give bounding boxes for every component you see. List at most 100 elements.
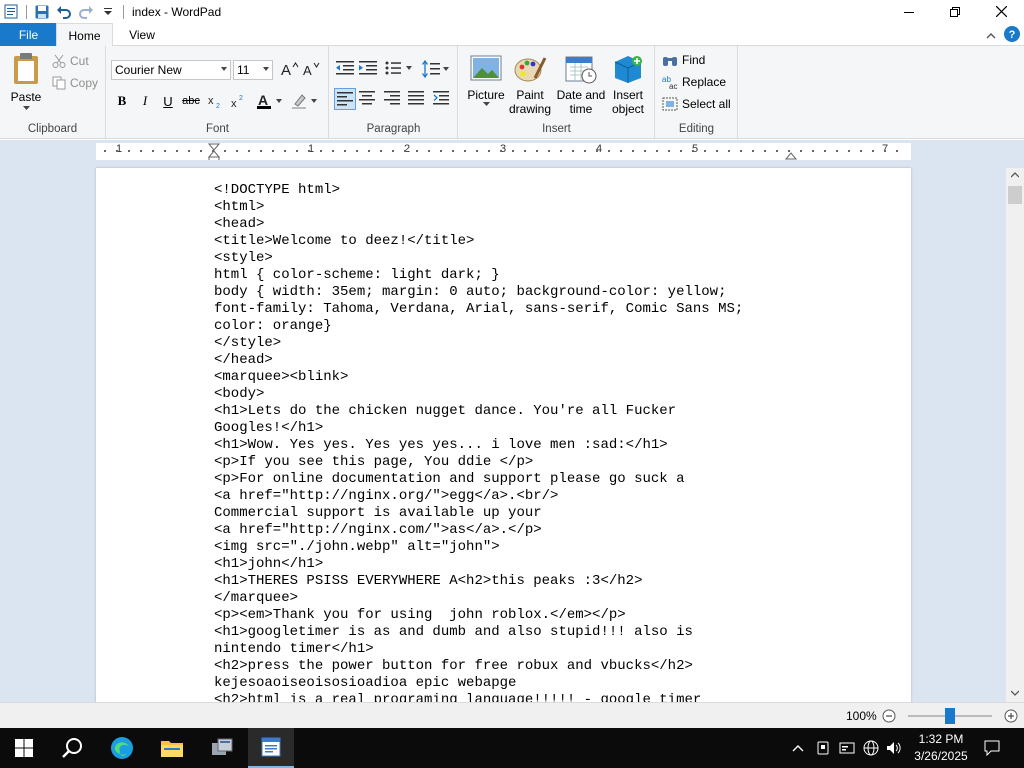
document-line[interactable]: <a href="http://nginx.org/">egg</a>.<br/… [214,488,743,505]
volume-icon[interactable] [884,728,904,768]
document-line[interactable]: body { width: 35em; margin: 0 auto; back… [214,284,743,301]
tray-card-icon[interactable] [836,728,858,768]
strikethrough-button[interactable]: abc [180,90,202,112]
align-center-button[interactable] [359,91,375,105]
close-button[interactable] [978,0,1024,23]
tray-device-icon[interactable] [812,728,834,768]
insert-picture-button[interactable]: Picture [465,54,507,107]
font-family-select[interactable]: Courier New [111,60,231,80]
font-size-select[interactable]: 11 [233,60,273,80]
paste-button[interactable]: Paste [6,52,46,111]
document-line[interactable]: <h1>THERES PSISS EVERYWHERE A<h2>this pe… [214,573,743,590]
search-icon [62,738,82,758]
align-left-button[interactable] [334,88,356,110]
tray-overflow-icon[interactable] [788,728,808,768]
line-spacing-button[interactable] [422,60,450,78]
copy-button[interactable]: Copy [52,76,98,90]
document-line[interactable]: <marquee><blink> [214,369,743,386]
document-line[interactable]: <p>If you see this page, You ddie </p> [214,454,743,471]
insert-object-button[interactable]: Insert object [607,54,649,116]
document-page[interactable]: <!DOCTYPE html> <html> <head> <title>Welcom… [96,168,911,702]
date-time-button[interactable]: Date and time [555,54,607,116]
subscript-button[interactable]: x2 [205,90,227,112]
minimize-button[interactable] [886,0,932,23]
paint-drawing-button[interactable]: Paint drawing [507,54,553,116]
document-line[interactable]: Googles!</h1> [214,420,743,437]
document-line[interactable]: Commercial support is available up your [214,505,743,522]
text-color-button[interactable]: A [255,90,285,112]
save-icon[interactable] [31,1,53,23]
underline-button[interactable]: U [157,90,179,112]
undo-icon[interactable] [53,1,75,23]
paragraph-dialog-button[interactable] [433,91,449,105]
document-line[interactable]: font-family: Tahoma, Verdana, Arial, san… [214,301,743,318]
zoom-slider-thumb[interactable] [945,708,955,724]
document-line[interactable]: <h2>html is a real programing language!!… [214,692,743,702]
help-icon[interactable]: ? [1004,26,1020,45]
taskbar-file-explorer[interactable] [148,728,196,768]
bullets-button[interactable] [385,60,413,76]
network-icon[interactable] [860,728,882,768]
document-line[interactable]: <head> [214,216,743,233]
redo-icon[interactable] [75,1,97,23]
document-line[interactable]: <!DOCTYPE html> [214,182,743,199]
tab-home[interactable]: Home [56,23,113,47]
taskbar-app[interactable] [198,728,246,768]
document-line[interactable]: <img src="./john.webp" alt="john"> [214,539,743,556]
zoom-out-icon[interactable] [882,709,896,723]
decrease-indent-button[interactable] [336,60,354,76]
document-line[interactable]: <html> [214,199,743,216]
shrink-font-button[interactable]: A [303,61,321,77]
justify-button[interactable] [408,91,424,105]
wordpad-app-icon[interactable] [0,1,22,23]
scroll-up-icon[interactable] [1011,172,1019,178]
taskbar-edge[interactable] [98,728,146,768]
document-line[interactable]: </head> [214,352,743,369]
right-indent-marker-icon[interactable] [785,151,797,160]
tab-file[interactable]: File [0,23,57,46]
zoom-in-icon[interactable] [1004,709,1018,723]
document-line[interactable]: <h1>googletimer is as and dumb and also … [214,624,743,641]
minimize-ribbon-icon[interactable] [986,29,996,43]
system-clock[interactable]: 1:32 PM 3/26/2025 [906,731,976,765]
grow-font-button[interactable]: A [281,61,299,77]
document-line[interactable]: color: orange} [214,318,743,335]
document-line[interactable]: </marquee> [214,590,743,607]
customize-qat-icon[interactable] [97,1,119,23]
document-line[interactable]: html { color-scheme: light dark; } [214,267,743,284]
notifications-icon[interactable] [980,728,1004,768]
tab-view[interactable]: View [118,23,166,47]
italic-button[interactable]: I [134,90,156,112]
document-line[interactable]: kejesoaoiseoisosioadioa epic webapge [214,675,743,692]
vertical-scrollbar[interactable] [1006,168,1024,702]
start-button[interactable] [0,728,48,768]
document-line[interactable]: <h1>john</h1> [214,556,743,573]
document-line[interactable]: <title>Welcome to deez!</title> [214,233,743,250]
increase-indent-button[interactable] [359,60,377,76]
bold-button[interactable]: B [111,90,133,112]
scrollbar-thumb[interactable] [1008,186,1022,204]
scroll-down-icon[interactable] [1011,690,1019,696]
document-line[interactable]: </style> [214,335,743,352]
document-text[interactable]: <!DOCTYPE html> <html> <head> <title>Welcom… [214,182,743,702]
search-button[interactable] [48,728,96,768]
document-line[interactable]: <h2>press the power button for free robu… [214,658,743,675]
highlight-color-button[interactable] [290,90,320,112]
find-button[interactable]: Find [662,53,705,67]
select-all-button[interactable]: Select all [662,97,731,111]
align-right-button[interactable] [384,91,400,105]
replace-button[interactable]: ab ac Replace [662,75,726,89]
document-line[interactable]: <h1>Lets do the chicken nugget dance. Yo… [214,403,743,420]
document-line[interactable]: nintendo timer</h1> [214,641,743,658]
taskbar-wordpad[interactable] [248,728,294,768]
document-line[interactable]: <style> [214,250,743,267]
cut-button[interactable]: Cut [52,54,89,68]
ruler[interactable]: 1 1 2 3 4 5 7 [96,143,911,164]
superscript-button[interactable]: x2 [228,90,250,112]
maximize-button[interactable] [932,0,978,23]
document-line[interactable]: <body> [214,386,743,403]
document-line[interactable]: <h1>Wow. Yes yes. Yes yes yes... i love … [214,437,743,454]
document-line[interactable]: <p>For online documentation and support … [214,471,743,488]
document-line[interactable]: <p><em>Thank you for using john roblox.<… [214,607,743,624]
document-line[interactable]: <a href="http://nginx.com/">as</a>.</p> [214,522,743,539]
